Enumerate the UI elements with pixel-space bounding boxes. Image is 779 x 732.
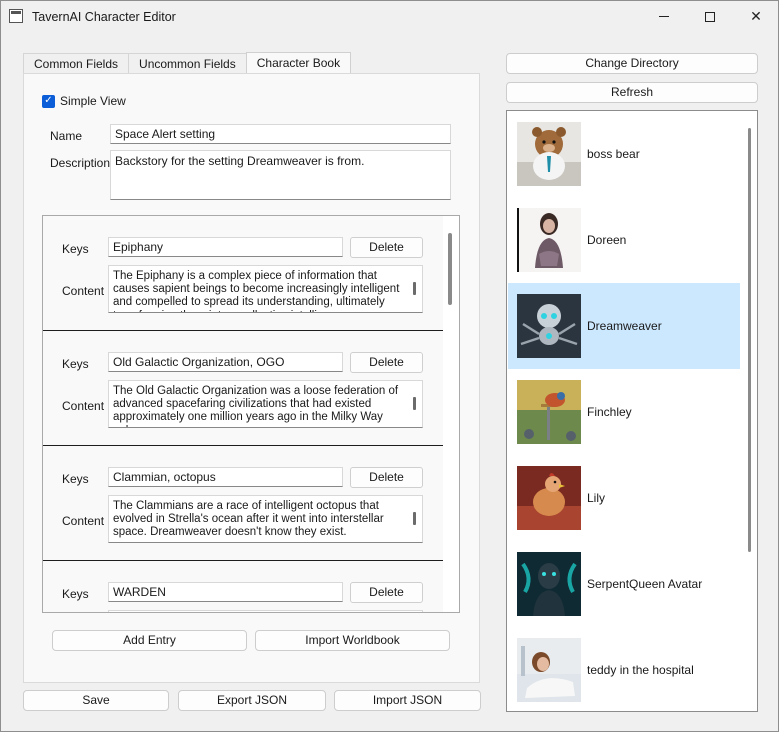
entry-content-textarea[interactable]: The Epiphany is a complex piece of infor… [108,265,423,313]
character-item-doreen[interactable]: Doreen [508,197,740,283]
keys-label: Keys [62,357,89,371]
character-list-scrollbar[interactable] [748,128,751,552]
book-entry: Keys Old Galactic Organization, OGO Dele… [43,331,443,446]
entry-content-text: The Clammians are a race of intelligent … [113,500,384,539]
book-entry: Keys WARDEN Delete [43,561,443,612]
character-item-serpentqueen-avatar[interactable]: SerpentQueen Avatar [508,541,740,627]
simple-view-toggle[interactable]: ✓ Simple View [42,94,126,108]
entry-content-textarea[interactable] [108,610,423,612]
character-name: SerpentQueen Avatar [587,577,703,591]
character-name: teddy in the hospital [587,663,694,677]
keys-label: Keys [62,587,89,601]
title-bar: TavernAI Character Editor ✕ [1,1,778,32]
serpent-queen-avatar-icon [517,552,581,616]
character-item-finchley[interactable]: Finchley [508,369,740,455]
tab-character-book[interactable]: Character Book [245,52,352,74]
import-worldbook-button[interactable]: Import Worldbook [255,630,450,651]
close-icon: ✕ [750,8,762,24]
character-name: Finchley [587,405,632,419]
chicken-avatar-icon [517,466,581,530]
character-name: Doreen [587,233,627,247]
character-item-boss-bear[interactable]: boss bear [508,111,740,197]
close-button[interactable]: ✕ [733,1,779,32]
character-name: Lily [587,491,606,505]
name-label: Name [50,129,83,143]
delete-entry-button[interactable]: Delete [350,582,423,603]
entry-keys-input[interactable]: Old Galactic Organization, OGO [108,352,343,372]
character-item-teddy-in-the-hospital[interactable]: teddy in the hospital [508,627,740,711]
entry-content-text: The Epiphany is a complex piece of infor… [113,270,400,312]
book-description-field[interactable]: Backstory for the setting Dreamweaver is… [110,150,451,200]
keys-label: Keys [62,472,89,486]
description-label: Description [50,156,111,170]
entry-keys-input[interactable]: Clammian, octopus [108,467,343,487]
character-item-lily[interactable]: Lily [508,455,740,541]
delete-entry-button[interactable]: Delete [350,352,423,373]
character-name: Dreamweaver [587,319,662,333]
delete-entry-button[interactable]: Delete [350,467,423,488]
tab-uncommon-fields[interactable]: Uncommon Fields [128,53,247,74]
bear-avatar-icon [517,122,581,186]
woman-avatar-icon [517,208,581,272]
entry-keys-input[interactable]: WARDEN [108,582,343,602]
app-window: TavernAI Character Editor ✕ Common Field… [0,0,779,732]
book-entry: Keys Clammian, octopus Delete Content Th… [43,446,443,561]
minimize-button[interactable] [641,1,687,32]
entry-content-textarea[interactable]: The Old Galactic Organization was a loos… [108,380,423,428]
content-label: Content [62,284,105,298]
content-label: Content [62,399,105,413]
maximize-button[interactable] [687,1,733,32]
tab-common-fields[interactable]: Common Fields [23,53,130,74]
refresh-button[interactable]: Refresh [506,82,758,103]
entries-scrollbar[interactable] [448,233,452,305]
tab-bar: Common Fields Uncommon Fields Character … [23,52,352,74]
window-title: TavernAI Character Editor [32,10,176,24]
book-name-field[interactable]: Space Alert setting [110,124,451,144]
simple-view-label: Simple View [60,94,126,108]
content-scrollbar[interactable] [413,282,416,295]
content-scrollbar[interactable] [413,512,416,525]
entry-content-textarea[interactable]: The Clammians are a race of intelligent … [108,495,423,543]
character-item-dreamweaver[interactable]: Dreamweaver [508,283,740,369]
entries-scroll-area[interactable]: Keys Epiphany Delete Content The Epiphan… [42,215,460,613]
character-name: boss bear [587,147,640,161]
import-json-button[interactable]: Import JSON [334,690,481,711]
export-json-button[interactable]: Export JSON [178,690,326,711]
add-entry-button[interactable]: Add Entry [52,630,247,651]
entry-content-text: The Old Galactic Organization was a loos… [113,385,399,427]
save-button[interactable]: Save [23,690,169,711]
content-scrollbar[interactable] [413,397,416,410]
entry-keys-input[interactable]: Epiphany [108,237,343,257]
robot-spider-avatar-icon [517,294,581,358]
change-directory-button[interactable]: Change Directory [506,53,758,74]
delete-entry-button[interactable]: Delete [350,237,423,258]
character-list[interactable]: boss bear Doreen Dreamweaver Finchley Li… [506,110,758,712]
checkmark-icon: ✓ [44,95,53,106]
content-label: Content [62,514,105,528]
bird-sword-avatar-icon [517,380,581,444]
maximize-icon [705,11,715,22]
book-entry: Keys Epiphany Delete Content The Epiphan… [43,216,443,331]
simple-view-checkbox[interactable]: ✓ [42,94,55,108]
app-window-icon [9,9,23,23]
teddy-hospital-avatar-icon [517,638,581,702]
keys-label: Keys [62,242,89,256]
minimize-icon [659,16,669,17]
